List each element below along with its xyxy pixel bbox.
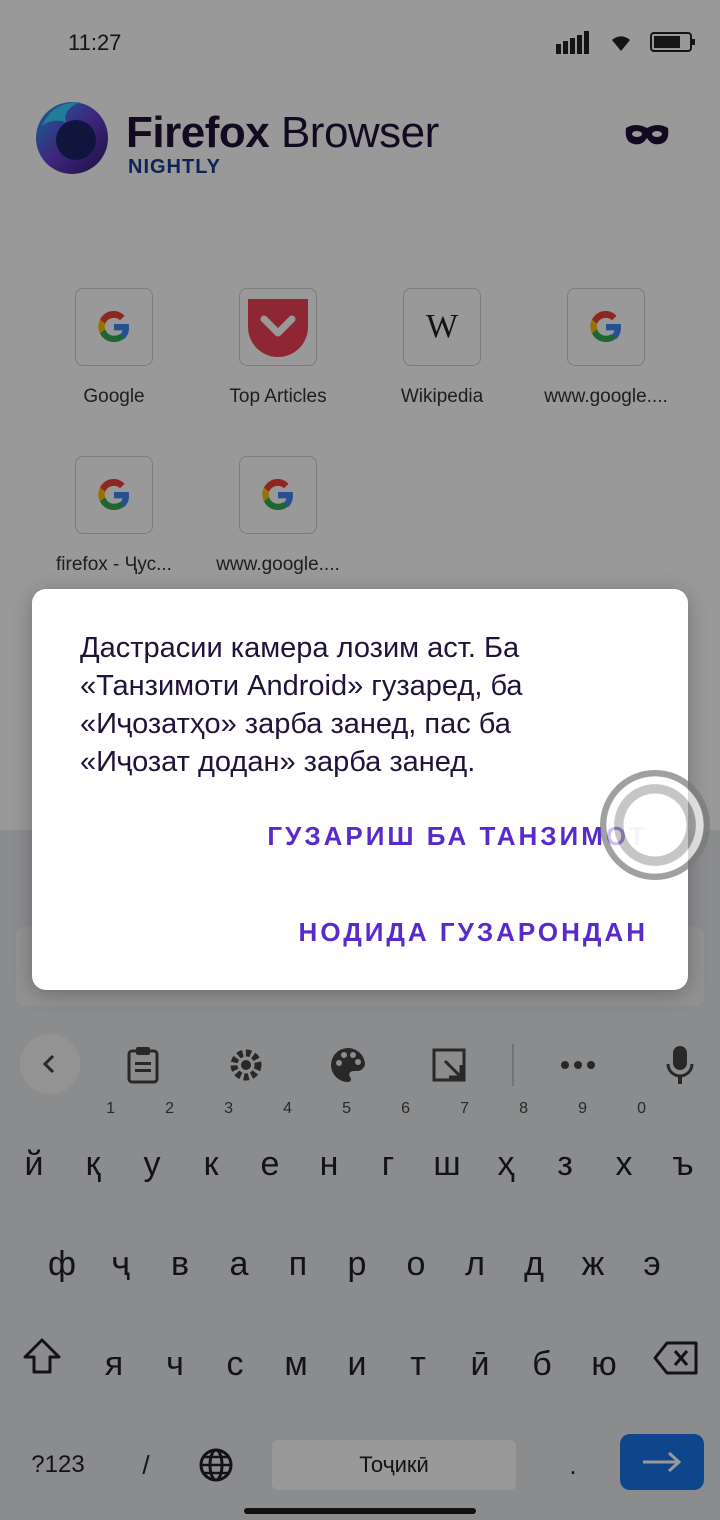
home-indicator[interactable]: [244, 1508, 476, 1514]
camera-permission-dialog: Дастрасии камера лозим аст. Ба «Танзимот…: [32, 589, 688, 990]
dialog-message: Дастрасии камера лозим аст. Ба «Танзимот…: [80, 632, 523, 778]
go-to-settings-button[interactable]: ГУЗАРИШ БА ТАНЗИМОТ: [267, 821, 648, 852]
touch-indicator: [600, 770, 710, 880]
dismiss-button[interactable]: НОДИДА ГУЗАРОНДАН: [299, 917, 648, 948]
